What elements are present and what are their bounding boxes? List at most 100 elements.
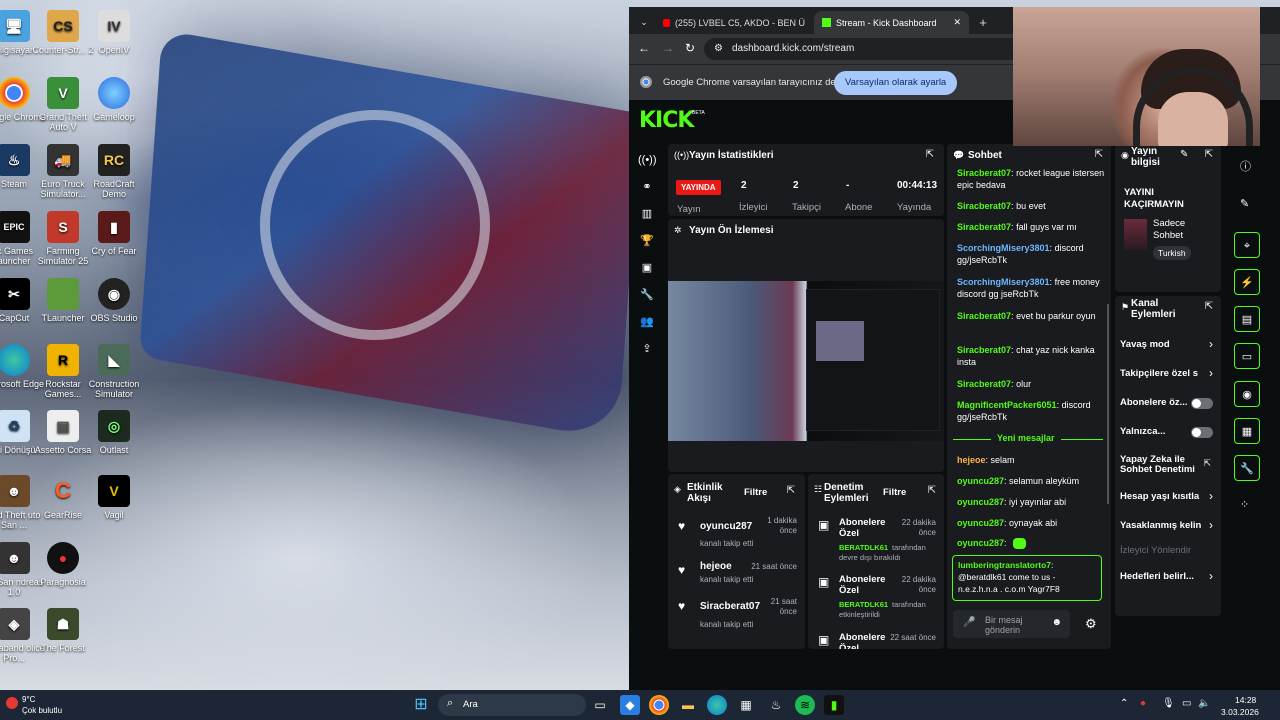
tab-youtube[interactable]: (255) LVBEL C5, AKDO - BEN Ü [655,11,813,34]
forward-icon[interactable]: → [662,41,674,55]
desktop-icon[interactable]: ◣ Construction Simulator [82,344,146,399]
youtube-icon [663,18,670,27]
desktop-icon[interactable]: ☗ The Forest [31,608,95,653]
more-options-icon[interactable]: ⁘ [1240,498,1249,511]
channel-action-account-age[interactable]: Hesap yaşı kısıtla › [1115,488,1221,506]
gift-icon: ▣ [818,575,830,589]
back-icon[interactable]: ← [638,41,650,55]
info-icon[interactable]: ⓘ [1240,158,1251,174]
media-icon[interactable]: ▣ [638,259,656,277]
stream-preview-panel: ✲ Yayın Ön İzlemesi [668,219,944,472]
desktop-icon[interactable]: Gameloop [82,77,146,122]
channel-action-goals[interactable]: Hedefleri belirl... › [1115,568,1221,586]
tab-kick-dashboard[interactable]: Stream - Kick Dashboard ✕ [814,11,969,34]
desktop-icon[interactable]: ◉ OBS Studio [82,278,146,323]
emote-icon [1013,538,1027,550]
broadcast-icon[interactable]: ((•)) [638,151,657,169]
set-default-button[interactable]: Varsayılan olarak ayarla [834,71,958,95]
desktop-icon[interactable]: ● Paragnosia [31,542,95,587]
moderation-filter-button[interactable]: Filtre [883,487,906,498]
steam-taskbar-icon[interactable]: ♨ [766,695,786,715]
channel-action-emotes-only[interactable]: Yalnızca... [1115,423,1221,441]
expand-icon[interactable]: ⇱ [926,149,934,160]
chat-scrollbar[interactable] [1107,304,1109,504]
network-icon[interactable]: ▭ [1182,698,1191,709]
channel-action-slow-mode[interactable]: Yavaş mod › [1115,336,1221,354]
microphone-icon[interactable]: 🎤 [963,617,975,628]
chrome-taskbar-icon[interactable] [649,695,669,715]
desktop-icon[interactable]: ▮ Cry of Fear [82,211,146,256]
upload-icon[interactable]: ⇪ [638,340,656,358]
edit-icon[interactable]: ✎ [1180,149,1188,160]
desktop-icon[interactable]: ◎ Outlast [82,410,146,455]
followers-value: 2 [793,180,799,191]
analytics-icon[interactable]: ▥ [638,205,656,223]
tag-badge[interactable]: Turkish [1153,246,1191,260]
kick-taskbar-icon[interactable]: ▮ [824,695,844,715]
trophy-icon[interactable]: 🏆 [638,232,656,250]
spotify-icon[interactable]: ≋ [795,695,815,715]
store-icon[interactable]: ▦ [736,695,756,715]
chat-input[interactable]: 🎤 Bir mesaj gönderin ☻ [953,610,1070,638]
emoji-icon[interactable]: ☻ [1051,617,1062,628]
new-tab-button[interactable]: + [973,11,993,34]
channel-action-ai-moderation[interactable]: Yapay Zeka ile Sohbet Denetimi ⇱ [1115,453,1221,479]
volume-icon[interactable]: 🔈 [1198,698,1210,709]
subscribers-only-toggle[interactable] [1191,398,1213,409]
preview-video[interactable] [668,281,944,441]
expand-icon[interactable]: ⇱ [1205,149,1213,160]
kick-logo[interactable]: KICK [639,108,694,133]
chat-message: oyuncu287: oynayak abi [957,518,1058,528]
live-badge: YAYINDA [676,180,721,195]
rail-button-wrench[interactable]: 🔧 [1234,455,1260,481]
link-icon[interactable]: ⚭ [638,178,656,196]
tray-chevron-icon[interactable]: ⌃ [1120,698,1128,709]
url-input[interactable]: ⚙ dashboard.kick.com/stream [704,38,1024,60]
emotes-only-toggle[interactable] [1191,427,1213,438]
mod-action-user: BERATDLK61 [839,600,889,609]
pencil-icon[interactable]: ✎ [1240,197,1249,210]
edge-taskbar-icon[interactable] [707,695,727,715]
desktop-icon[interactable]: V Vagil [82,475,146,520]
rail-button-scan[interactable]: ⌖ [1234,232,1260,258]
tray-app-icon[interactable]: ● [1140,698,1146,709]
clock-date[interactable]: 3.03.2026 [1221,707,1259,717]
desktop-icon[interactable]: RC RoadCraft Demo [82,144,146,199]
microphone-tray-icon[interactable]: 🎙 [1162,698,1175,709]
openiv-icon: IV [98,10,130,42]
weather-temp[interactable]: 9°C [22,695,35,704]
task-view-icon[interactable]: ▭ [590,695,610,715]
rail-button-chat[interactable]: ▭ [1234,343,1260,369]
expand-icon[interactable]: ⇱ [1095,149,1103,160]
activity-filter-button[interactable]: Filtre [744,487,767,498]
desktop-icon[interactable]: IV OpenIV [82,10,146,55]
close-tab-icon[interactable]: ✕ [953,17,961,28]
users-icon[interactable]: 👥 [638,313,656,331]
wrench-icon[interactable]: 🔧 [638,286,656,304]
weather-icon[interactable] [6,697,18,709]
channel-action-subscribers-only[interactable]: Abonelere öz... [1115,394,1221,412]
category-name[interactable]: Sadece Sohbet [1153,218,1198,242]
taskbar-search[interactable]: ⌕ Ara [438,694,586,716]
rail-button-lightning[interactable]: ⚡ [1234,269,1260,295]
rail-button-notes[interactable]: ▤ [1234,306,1260,332]
chat-settings-icon[interactable]: ⚙ [1085,616,1097,632]
reload-icon[interactable]: ↻ [685,41,695,55]
clock-time[interactable]: 14:28 [1235,695,1256,705]
expand-icon[interactable]: ⇱ [928,485,936,496]
tab-list-button[interactable]: ⌄ [633,11,655,34]
assetto-corsa-icon: ▤ [47,410,79,442]
activity-time: 21 saat önce [751,562,797,571]
rail-button-layout[interactable]: ▦ [1234,418,1260,444]
expand-icon[interactable]: ⇱ [787,485,795,496]
weather-desc[interactable]: Çok bulutlu [22,706,62,715]
rail-button-broadcast[interactable]: ◉ [1234,381,1260,407]
expand-icon[interactable]: ⇱ [1205,301,1213,312]
site-info-icon[interactable]: ⚙ [714,38,723,60]
file-explorer-icon[interactable]: ▬ [678,695,698,715]
widgets-icon[interactable]: ◆ [620,695,640,715]
channel-action-followers-only[interactable]: Takipçilere özel s › [1115,365,1221,383]
channel-action-banned-words[interactable]: Yasaklanmış kelin › [1115,517,1221,535]
stat-label: Takipçi [792,202,822,213]
start-button[interactable]: ⊞ [411,695,431,715]
